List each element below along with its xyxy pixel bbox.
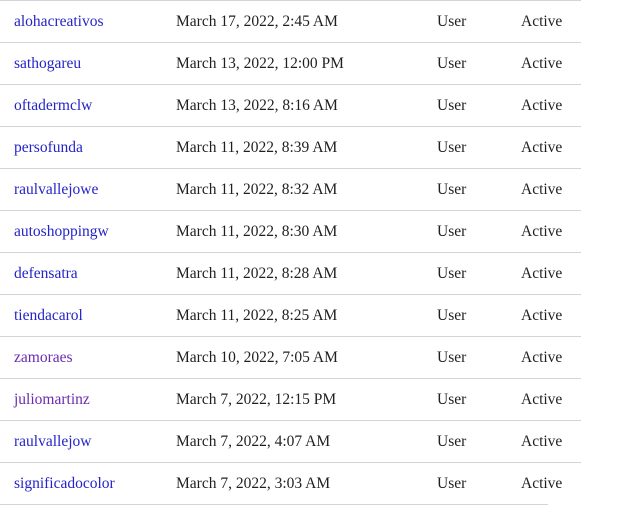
table-row: persofunda March 11, 2022, 8:39 AM User Act…	[0, 126, 581, 169]
username-link[interactable]: oftadermclw	[14, 97, 92, 114]
username-link[interactable]: raulvallejow	[14, 433, 91, 450]
username-link[interactable]: tiendacarol	[14, 307, 83, 324]
table-row: tiendacarol March 11, 2022, 8:25 AM User Ac…	[0, 294, 581, 337]
table-row: raulvallejowe March 11, 2022, 8:32 AM User…	[0, 168, 581, 211]
user-cell: raulvallejowe	[0, 168, 165, 211]
status-cell: Active	[509, 0, 581, 43]
user-cell: juliomartinz	[0, 378, 165, 421]
table-row: alohacreativos March 17, 2022, 2:45 AM Use…	[0, 0, 581, 43]
user-cell: persofunda	[0, 126, 165, 169]
username-link[interactable]: zamoraes	[14, 349, 73, 366]
status-cell: Active	[509, 420, 581, 463]
user-cell: tiendacarol	[0, 294, 165, 337]
user-cell: oftadermclw	[0, 84, 165, 127]
date-cell: March 11, 2022, 8:28 AM	[165, 252, 427, 295]
user-list-table: alohacreativos March 17, 2022, 2:45 AM Use…	[0, 0, 581, 504]
status-cell: Active	[509, 336, 581, 379]
user-list-table-body: alohacreativos March 17, 2022, 2:45 AM Use…	[0, 0, 581, 504]
role-cell: User	[427, 378, 509, 421]
username-link[interactable]: raulvallejowe	[14, 181, 98, 198]
table-row: zamoraes March 10, 2022, 7:05 AM User Activ…	[0, 336, 581, 379]
username-link[interactable]: sathogareu	[14, 55, 81, 72]
user-cell: zamoraes	[0, 336, 165, 379]
date-cell: March 7, 2022, 3:03 AM	[165, 462, 427, 504]
status-cell: Active	[509, 84, 581, 127]
user-cell: autoshoppingw	[0, 210, 165, 253]
role-cell: User	[427, 420, 509, 463]
table-row: juliomartinz March 7, 2022, 12:15 PM User A…	[0, 378, 581, 421]
role-cell: User	[427, 126, 509, 169]
date-cell: March 17, 2022, 2:45 AM	[165, 0, 427, 43]
role-cell: User	[427, 84, 509, 127]
role-cell: User	[427, 294, 509, 337]
status-cell: Active	[509, 462, 581, 504]
date-cell: March 7, 2022, 4:07 AM	[165, 420, 427, 463]
role-cell: User	[427, 210, 509, 253]
table-row: autoshoppingw March 11, 2022, 8:30 AM User…	[0, 210, 581, 253]
username-link[interactable]: alohacreativos	[14, 13, 104, 30]
date-cell: March 7, 2022, 12:15 PM	[165, 378, 427, 421]
username-link[interactable]: significadocolor	[14, 475, 115, 492]
username-link[interactable]: persofunda	[14, 139, 83, 156]
status-cell: Active	[509, 294, 581, 337]
role-cell: User	[427, 0, 509, 43]
role-cell: User	[427, 42, 509, 85]
status-cell: Active	[509, 168, 581, 211]
user-cell: sathogareu	[0, 42, 165, 85]
user-cell: raulvallejow	[0, 420, 165, 463]
date-cell: March 11, 2022, 8:39 AM	[165, 126, 427, 169]
role-cell: User	[427, 462, 509, 504]
status-cell: Active	[509, 252, 581, 295]
status-cell: Active	[509, 378, 581, 421]
role-cell: User	[427, 252, 509, 295]
table-row: oftadermclw March 13, 2022, 8:16 AM User Ac…	[0, 84, 581, 127]
date-cell: March 13, 2022, 8:16 AM	[165, 84, 427, 127]
date-cell: March 13, 2022, 12:00 PM	[165, 42, 427, 85]
status-cell: Active	[509, 126, 581, 169]
table-row: significadocolor March 7, 2022, 3:03 AM Us…	[0, 462, 581, 504]
status-cell: Active	[509, 210, 581, 253]
table-row: defensatra March 11, 2022, 8:28 AM User Act…	[0, 252, 581, 295]
user-cell: significadocolor	[0, 462, 165, 504]
date-cell: March 11, 2022, 8:32 AM	[165, 168, 427, 211]
date-cell: March 11, 2022, 8:30 AM	[165, 210, 427, 253]
status-cell: Active	[509, 42, 581, 85]
table-row: sathogareu March 13, 2022, 12:00 PM User Ac…	[0, 42, 581, 85]
table-row: raulvallejow March 7, 2022, 4:07 AM User Ac…	[0, 420, 581, 463]
username-link[interactable]: defensatra	[14, 265, 78, 282]
role-cell: User	[427, 168, 509, 211]
username-link[interactable]: juliomartinz	[14, 391, 90, 408]
date-cell: March 10, 2022, 7:05 AM	[165, 336, 427, 379]
user-cell: defensatra	[0, 252, 165, 295]
date-cell: March 11, 2022, 8:25 AM	[165, 294, 427, 337]
role-cell: User	[427, 336, 509, 379]
user-cell: alohacreativos	[0, 0, 165, 43]
username-link[interactable]: autoshoppingw	[14, 223, 109, 240]
